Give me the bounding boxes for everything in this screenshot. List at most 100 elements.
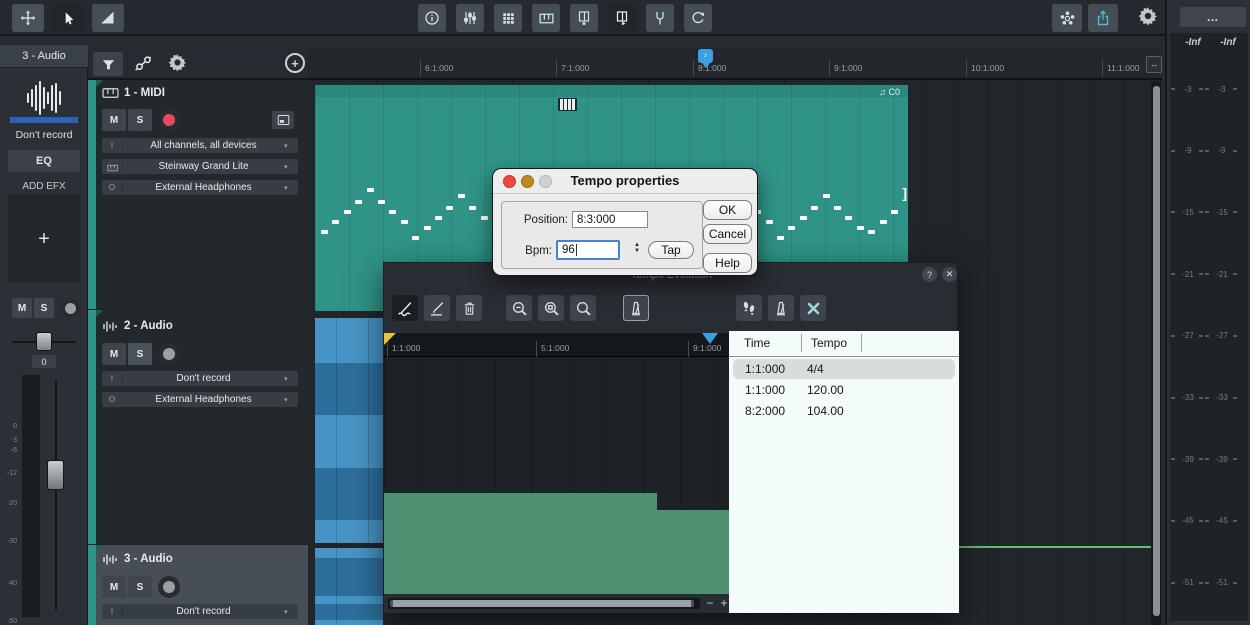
fader-handle[interactable] [47,460,64,490]
eq-button[interactable]: EQ [8,150,80,172]
fader-scale: 0-3-6-12-20-30-40-50Peak [0,418,19,625]
move-tool-button[interactable] [12,4,44,32]
pencil-wave-icon [397,300,414,317]
collapse-arrow-icon[interactable] [96,545,103,552]
tempo-block-120[interactable] [384,493,657,594]
track1-record-button[interactable] [158,109,180,131]
draw-curve-tool-button[interactable] [392,295,418,321]
track2-input-select[interactable]: I Don't record ▾ [102,371,298,386]
track2-mute-button[interactable]: M [102,343,126,365]
info-button[interactable] [418,4,446,32]
share-button[interactable] [1088,4,1118,32]
track3-solo-button[interactable]: S [128,576,152,598]
ruler-zoom-icon[interactable]: ↔ [1146,56,1162,73]
zoom-selection-button[interactable] [506,295,532,321]
settings-button[interactable] [1138,6,1158,26]
tempo-table-row[interactable]: 1:1:000 4/4 [733,359,955,379]
help-icon[interactable]: ? [922,267,937,282]
clear-tempo-button[interactable] [800,295,826,321]
keyboard-icon [538,10,555,27]
pan-slider-handle[interactable] [36,332,52,351]
mix-button[interactable] [456,4,484,32]
vertical-scrollbar[interactable] [1151,82,1161,625]
marker-pin[interactable]: ♪ [698,49,713,63]
tempo-curve-editor[interactable] [384,357,729,594]
track2-output-select[interactable]: O External Headphones ▾ [102,392,298,407]
more-options-button[interactable]: … [1180,7,1246,27]
playhead-marker[interactable] [702,333,718,344]
pads-button[interactable] [494,4,522,32]
inspector-solo-button[interactable]: S [34,298,54,318]
audio-region-track3[interactable] [315,548,383,625]
track3-mute-button[interactable]: M [102,576,126,598]
track2-solo-button[interactable]: S [128,343,152,365]
track-row-1-midi[interactable]: 1 - MIDI M S I All channels, all devices… [88,80,308,309]
automation-button[interactable] [133,53,154,74]
tempo-block-104[interactable] [657,510,729,594]
track-filter-button[interactable] [93,52,123,76]
tempo-table-row[interactable]: 8:2:000 104.00 [733,401,955,421]
delete-tool-button[interactable] [456,295,482,321]
fade-tool-button[interactable] [92,4,124,32]
loop-button[interactable] [684,4,712,32]
left-channel-db: -Inf [1178,37,1208,48]
draw-line-tool-button[interactable] [424,295,450,321]
loop-start-marker[interactable] [384,333,396,345]
zoom-out-button[interactable]: − [703,596,717,610]
add-track-button[interactable]: + [285,53,305,73]
track3-input-select[interactable]: I Don't record ▾ [102,604,298,619]
collapse-arrow-icon[interactable] [96,80,103,87]
editor-play-button[interactable] [608,4,636,32]
plugins-button[interactable] [1052,4,1082,32]
footsteps-icon [741,300,757,316]
cancel-button[interactable]: Cancel [703,224,752,244]
chevron-down-icon: ▾ [284,163,298,171]
timeline-ruler[interactable]: 6:1:000 7:1:000 8:1:000 9:1:000 10:1:000… [308,48,1162,80]
track2-record-button[interactable] [158,343,180,365]
tempo-properties-dialog[interactable]: Tempo properties Position: 8:3:000 Bpm: … [492,168,758,276]
track-color-strip [88,310,96,544]
track1-output-select[interactable]: O External Headphones ▾ [102,180,298,195]
track1-input-select[interactable]: I All channels, all devices ▾ [102,138,298,153]
audio-region-track2[interactable] [315,318,383,543]
keyboard-button[interactable] [532,4,560,32]
column-divider[interactable] [801,334,802,352]
tempo-hscrollbar[interactable] [388,598,700,609]
bpm-stepper[interactable]: ▲▼ [632,242,642,260]
instrument-editor-button[interactable] [272,111,294,129]
zoom-region-button[interactable] [538,295,564,321]
tempo-hscrollbar-thumb[interactable] [390,600,694,607]
track1-solo-button[interactable]: S [128,109,152,131]
arrow-tool-button[interactable] [52,4,84,32]
ok-button[interactable]: OK [703,200,752,220]
track3-record-button[interactable] [158,576,180,598]
tempo-table-row[interactable]: 1:1:000 120.00 [733,380,955,400]
help-button[interactable]: Help [703,253,752,273]
automation-icon [133,53,154,74]
track-settings-button[interactable] [168,53,187,72]
track-row-3-audio[interactable]: 3 - Audio M S I Don't record ▾ [88,545,308,625]
column-divider[interactable] [861,334,862,352]
tempo-metronome-button[interactable] [768,295,794,321]
position-input[interactable]: 8:3:000 [572,211,648,228]
tap-steps-button[interactable] [736,295,762,321]
track1-mute-button[interactable]: M [102,109,126,131]
metronome-toggle-button[interactable] [623,295,649,321]
editor-button[interactable] [570,4,598,32]
bpm-input[interactable]: 96 [556,240,620,260]
inspector-mute-button[interactable]: M [12,298,32,318]
tap-button[interactable]: Tap [648,241,694,259]
vertical-scrollbar-thumb[interactable] [1153,86,1160,616]
column-header-tempo[interactable]: Tempo [811,336,847,350]
tempo-track-window[interactable]: Tempo Evolution ? ✕ [383,262,958,612]
collapse-arrow-icon[interactable] [96,310,103,317]
column-header-time[interactable]: Time [744,336,770,350]
inspector-record-button[interactable] [60,298,80,318]
tempo-ruler[interactable]: 1:1:000 5:1:000 9:1:000 [384,333,729,357]
zoom-tool-button[interactable] [570,295,596,321]
track1-instrument-select[interactable]: Steinway Grand Lite ▾ [102,159,298,174]
tuning-fork-button[interactable] [646,4,674,32]
add-efx-dropzone[interactable]: + [8,195,80,283]
track-row-2-audio[interactable]: 2 - Audio M S I Don't record ▾ O Externa… [88,310,308,544]
close-icon[interactable]: ✕ [942,267,957,282]
